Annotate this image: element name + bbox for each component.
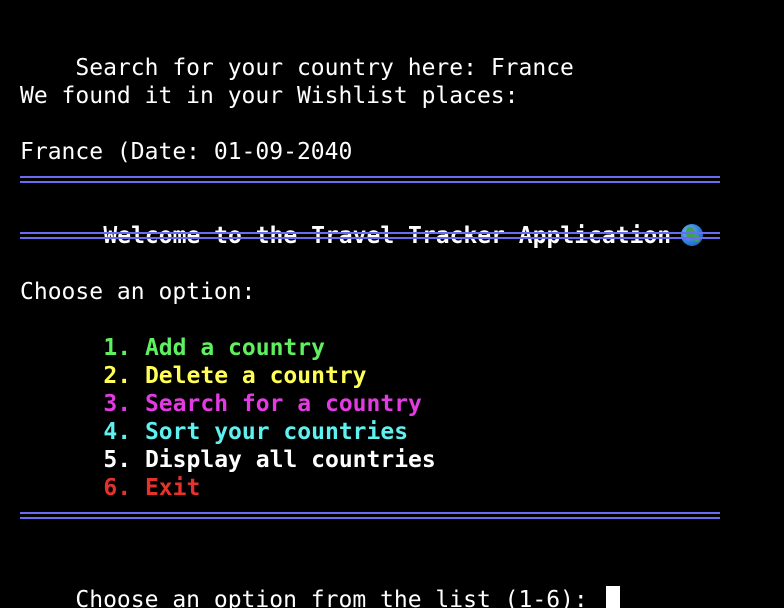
separator-top	[20, 176, 720, 183]
menu-option-exit: 6. Exit	[48, 446, 200, 501]
result-message: We found it in your Wishlist places:	[20, 83, 519, 109]
text-cursor[interactable]	[605, 586, 620, 608]
menu-option-delete: 2. Delete a country	[48, 334, 366, 389]
menu-option-display: 5. Display all countries	[48, 418, 435, 473]
menu-heading: Choose an option:	[20, 279, 256, 305]
search-line: Search for your country here: France	[20, 26, 574, 81]
menu-option-search: 3. Search for a country	[48, 362, 422, 417]
search-value: France	[490, 55, 574, 81]
menu-option-sort: 4. Sort your countries	[48, 390, 408, 445]
result-entry: France (Date: 01-09-2040	[20, 139, 353, 165]
option-number: 6.	[103, 475, 132, 501]
input-prompt: Choose an option from the list (1-6):	[75, 587, 602, 608]
input-line[interactable]: Choose an option from the list (1-6):	[20, 558, 620, 608]
option-label: Exit	[144, 475, 201, 501]
separator-bottom	[20, 512, 720, 519]
menu-option-add: 1. Add a country	[48, 306, 325, 361]
separator-middle	[20, 232, 720, 239]
terminal-window[interactable]: Search for your country here: France We …	[0, 0, 784, 608]
search-prompt: Search for your country here:	[75, 55, 491, 81]
banner-line: Welcome to the Travel Tracker Applicatio…	[48, 194, 704, 249]
